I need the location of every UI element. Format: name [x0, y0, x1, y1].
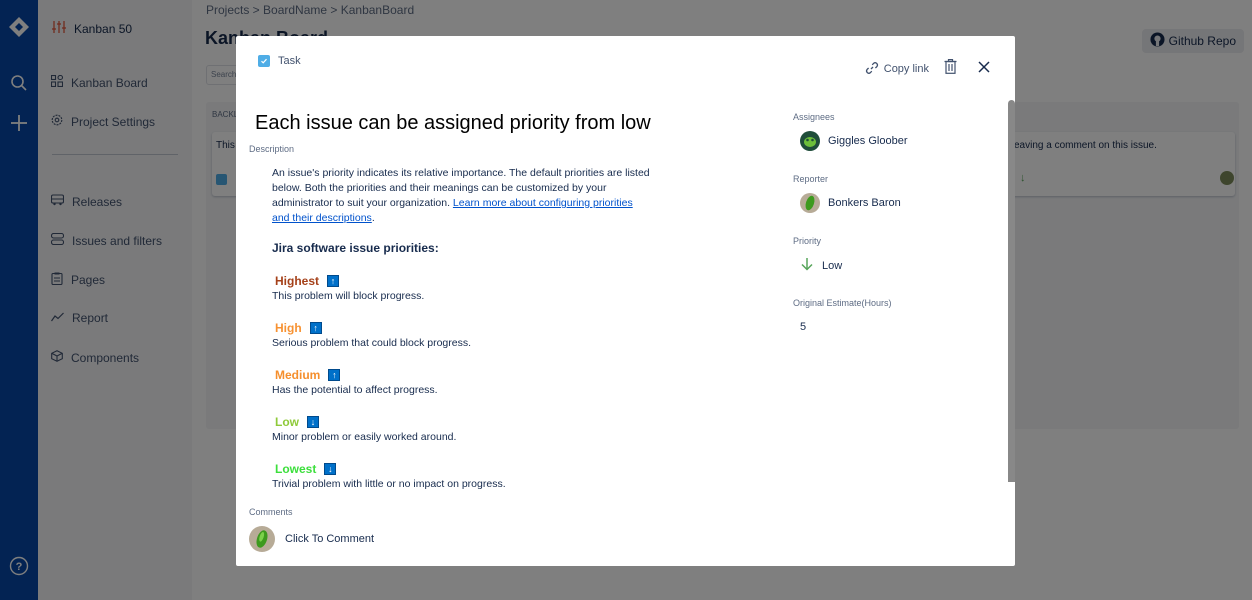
issue-detail-modal: Task Copy link Each issue can be assigne… [236, 36, 1015, 566]
priorities-heading: Jira software issue priorities: [272, 241, 439, 255]
issue-type-label: Task [278, 55, 301, 67]
priority-name: Lowest [275, 462, 317, 476]
arrow-up-icon: ↑ [328, 369, 341, 381]
copy-link-button[interactable]: Copy link [865, 61, 929, 78]
priority-description: Has the potential to affect progress. [272, 384, 438, 396]
reporter-field[interactable]: Bonkers Baron [800, 193, 901, 213]
comments-label: Comments [249, 507, 293, 517]
reporter-label: Reporter [793, 174, 829, 184]
estimate-field[interactable]: 5 [800, 321, 806, 333]
issue-type[interactable]: Task [258, 55, 301, 67]
priority-value: Low [822, 259, 843, 272]
user-avatar [249, 526, 275, 552]
comment-placeholder: Click To Comment [285, 533, 375, 545]
link-icon [865, 61, 879, 78]
priority-description: Serious problem that could block progres… [272, 337, 472, 349]
description-label: Description [249, 144, 295, 154]
description-suffix: . [371, 212, 375, 224]
assignees-label: Assignees [793, 112, 835, 122]
assignee-name: Giggles Gloober [828, 135, 908, 147]
delete-button[interactable] [941, 59, 959, 79]
estimate-label: Original Estimate(Hours) [793, 298, 892, 308]
reporter-name: Bonkers Baron [828, 197, 901, 209]
modal-scrollbar[interactable] [1008, 100, 1015, 482]
close-icon [978, 60, 990, 78]
priority-item-low: Low ↓ Minor problem or easily worked arou… [272, 415, 456, 443]
close-button[interactable] [975, 60, 993, 78]
reporter-avatar [800, 193, 820, 213]
issue-title[interactable]: Each issue can be assigned priority from… [255, 112, 651, 135]
assignee-field[interactable]: Giggles Gloober [800, 131, 908, 151]
priority-description: Trivial problem with little or no impact… [272, 478, 506, 490]
priority-item-highest: Highest ↑ This problem will block progres… [272, 274, 424, 302]
priority-item-lowest: Lowest ↓ Trivial problem with little or n… [272, 462, 506, 490]
priority-name: Low [275, 415, 299, 429]
assignee-avatar [800, 131, 820, 151]
priority-description: Minor problem or easily worked around. [272, 431, 457, 443]
priority-name: Medium [275, 368, 321, 382]
arrow-up-icon: ↑ [327, 275, 340, 287]
trash-icon [944, 59, 957, 79]
copy-link-label: Copy link [883, 63, 929, 75]
priority-description: This problem will block progress. [272, 290, 425, 302]
arrow-down-icon: ↓ [324, 463, 337, 475]
estimate-value: 5 [800, 321, 807, 333]
modal-actions: Copy link [865, 59, 993, 79]
priority-label: Priority [793, 236, 822, 246]
description-text[interactable]: An issue's priority indicates its relati… [272, 166, 652, 226]
arrow-down-icon: ↓ [307, 416, 319, 428]
arrow-up-icon: ↑ [309, 322, 322, 334]
priority-name: High [275, 321, 302, 335]
priority-field[interactable]: Low [800, 257, 842, 274]
priority-item-high: High ↑ Serious problem that could block p… [272, 321, 471, 349]
task-checkbox-icon [258, 55, 270, 67]
priority-item-medium: Medium ↑ Has the potential to affect prog… [272, 368, 438, 396]
arrow-down-icon [800, 257, 814, 274]
priority-name: Highest [275, 274, 320, 288]
comment-input[interactable]: Click To Comment [249, 526, 374, 552]
